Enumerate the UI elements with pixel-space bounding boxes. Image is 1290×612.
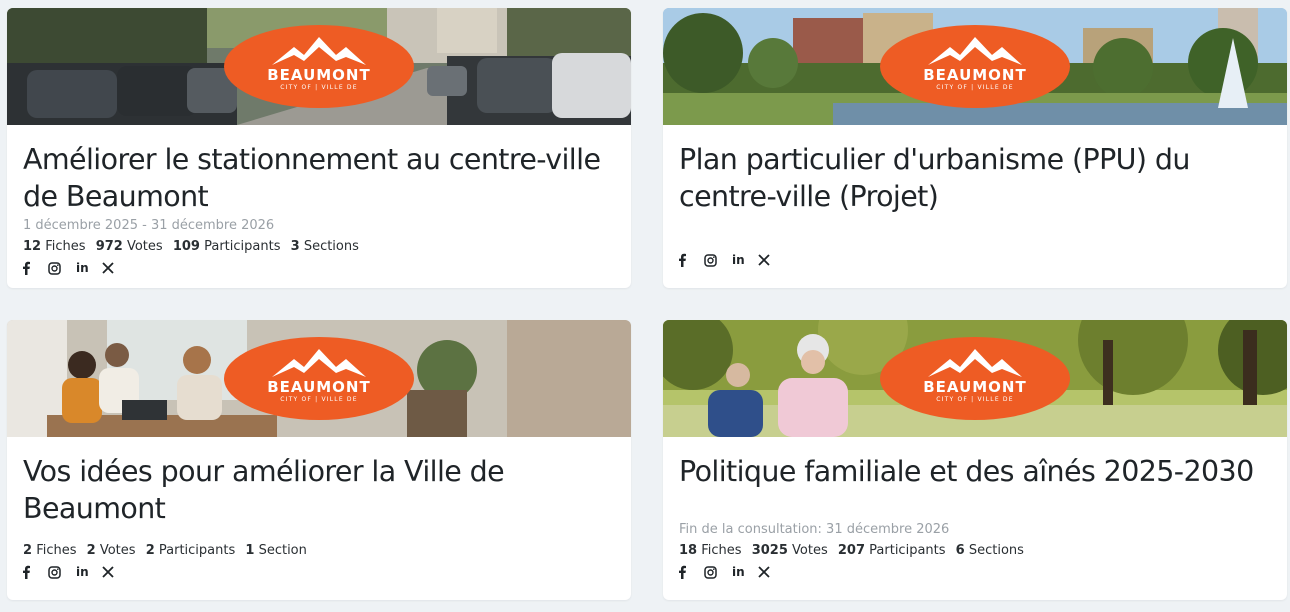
- linkedin-icon[interactable]: in: [75, 564, 102, 580]
- stat-fiches-label: Fiches: [36, 543, 77, 558]
- stat-sections-value: 3: [290, 239, 300, 254]
- x-icon[interactable]: [102, 260, 129, 276]
- stat-sections-label: Sections: [303, 239, 359, 254]
- instagram-icon[interactable]: [48, 260, 75, 276]
- stat-votes-value: 972: [95, 239, 123, 254]
- stat-sections-label: Section: [258, 543, 307, 558]
- beaumont-logo: BEAUMONT CITY OF | VILLE DE: [224, 337, 414, 420]
- card-stats: 18 Fiches 3025 Votes 207 Participants 6 …: [679, 543, 1024, 558]
- card-banner-image[interactable]: BEAUMONT CITY OF | VILLE DE: [7, 8, 631, 125]
- x-icon[interactable]: [102, 564, 129, 580]
- stat-fiches-value: 18: [679, 543, 698, 558]
- project-card[interactable]: BEAUMONT CITY OF | VILLE DE Vos idées po…: [7, 320, 631, 600]
- facebook-icon[interactable]: [677, 564, 704, 580]
- social-share-bar: in: [21, 564, 129, 580]
- logo-tagline: CITY OF | VILLE DE: [280, 396, 358, 403]
- instagram-icon[interactable]: [704, 252, 731, 268]
- logo-brand: BEAUMONT: [923, 66, 1027, 84]
- stat-fiches-label: Fiches: [45, 239, 86, 254]
- logo-tagline: CITY OF | VILLE DE: [280, 84, 358, 91]
- instagram-icon[interactable]: [704, 564, 731, 580]
- stat-fiches-value: 12: [23, 239, 42, 254]
- x-icon[interactable]: [758, 252, 785, 268]
- project-card[interactable]: BEAUMONT CITY OF | VILLE DE Améliorer le…: [7, 8, 631, 288]
- logo-tagline: CITY OF | VILLE DE: [936, 396, 1014, 403]
- stat-votes-label: Votes: [126, 239, 163, 254]
- facebook-icon[interactable]: [21, 564, 48, 580]
- stat-sections-value: 1: [245, 543, 255, 558]
- project-card[interactable]: BEAUMONT CITY OF | VILLE DE Plan particu…: [663, 8, 1287, 288]
- logo-brand: BEAUMONT: [267, 66, 371, 84]
- logo-brand: BEAUMONT: [923, 378, 1027, 396]
- stat-participants-value: 2: [145, 543, 155, 558]
- card-title[interactable]: Améliorer le stationnement au centre-vil…: [23, 141, 623, 215]
- beaumont-logo: BEAUMONT CITY OF | VILLE DE: [880, 25, 1070, 108]
- stat-participants-value: 109: [172, 239, 200, 254]
- card-title[interactable]: Vos idées pour améliorer la Ville de Bea…: [23, 453, 623, 527]
- stat-sections-value: 6: [955, 543, 965, 558]
- linkedin-icon[interactable]: in: [731, 252, 758, 268]
- facebook-icon[interactable]: [677, 252, 704, 268]
- facebook-icon[interactable]: [21, 260, 48, 276]
- stat-participants-label: Participants: [158, 543, 236, 558]
- linkedin-icon[interactable]: in: [75, 260, 102, 276]
- card-title[interactable]: Politique familiale et des aînés 2025-20…: [679, 453, 1279, 490]
- instagram-icon[interactable]: [48, 564, 75, 580]
- card-stats: 2 Fiches 2 Votes 2 Participants 1 Sectio…: [23, 543, 307, 558]
- stat-votes-label: Votes: [99, 543, 136, 558]
- card-banner-image[interactable]: BEAUMONT CITY OF | VILLE DE: [663, 8, 1287, 125]
- stat-participants-label: Participants: [869, 543, 946, 558]
- linkedin-icon[interactable]: in: [731, 564, 758, 580]
- stat-participants-label: Participants: [204, 239, 281, 254]
- stat-fiches-value: 2: [23, 543, 33, 558]
- social-share-bar: in: [677, 252, 785, 268]
- stat-fiches-label: Fiches: [701, 543, 742, 558]
- card-dates: Fin de la consultation: 31 décembre 2026: [679, 522, 950, 537]
- social-share-bar: in: [677, 564, 785, 580]
- logo-tagline: CITY OF | VILLE DE: [936, 84, 1014, 91]
- social-share-bar: in: [21, 260, 129, 276]
- logo-brand: BEAUMONT: [267, 378, 371, 396]
- stat-participants-value: 207: [837, 543, 866, 558]
- x-icon[interactable]: [758, 564, 785, 580]
- card-banner-image[interactable]: BEAUMONT CITY OF | VILLE DE: [7, 320, 631, 437]
- project-card[interactable]: BEAUMONT CITY OF | VILLE DE Politique fa…: [663, 320, 1287, 600]
- card-stats: 12 Fiches 972 Votes 109 Participants 3 S…: [23, 239, 359, 254]
- stat-votes-value: 3025: [751, 543, 788, 558]
- card-banner-image[interactable]: BEAUMONT CITY OF | VILLE DE: [663, 320, 1287, 437]
- stat-sections-label: Sections: [968, 543, 1024, 558]
- beaumont-logo: BEAUMONT CITY OF | VILLE DE: [224, 25, 414, 108]
- beaumont-logo: BEAUMONT CITY OF | VILLE DE: [880, 337, 1070, 420]
- card-dates: 1 décembre 2025 - 31 décembre 2026: [23, 218, 275, 233]
- card-title[interactable]: Plan particulier d'urbanisme (PPU) du ce…: [679, 141, 1279, 215]
- stat-votes-value: 2: [86, 543, 96, 558]
- stat-votes-label: Votes: [792, 543, 828, 558]
